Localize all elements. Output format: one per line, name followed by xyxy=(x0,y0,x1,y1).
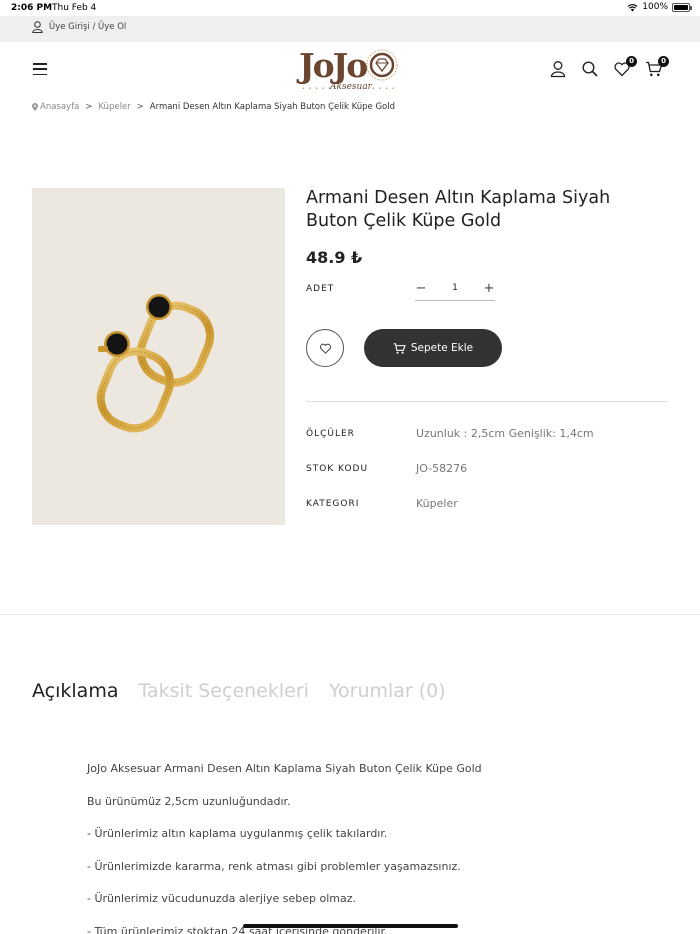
add-to-favorites-button[interactable] xyxy=(306,329,344,367)
status-right: 100% xyxy=(627,2,692,12)
status-bar: 2:06 PM Thu Feb 4 100% xyxy=(0,0,700,16)
breadcrumb-separator: > xyxy=(136,102,144,112)
logo-brand: JoJo xyxy=(299,46,368,85)
tab-reviews[interactable]: Yorumlar (0) xyxy=(329,680,446,702)
battery-icon xyxy=(672,2,692,12)
logo[interactable]: JoJo • • • • • Aksesuar • • • • xyxy=(296,42,404,98)
cart-icon xyxy=(393,342,406,354)
battery-fill xyxy=(674,4,688,10)
spec-value[interactable]: Küpeler xyxy=(416,497,458,510)
divider xyxy=(306,401,668,402)
product-price: 48.9 ₺ xyxy=(306,248,363,267)
status-time: 2:06 PM xyxy=(11,3,53,13)
account-button[interactable] xyxy=(549,60,567,78)
product-title: Armani Desen Altın Kaplama Siyah Buton Ç… xyxy=(306,188,611,231)
login-label: Üye Girişi / Üye Ol xyxy=(49,22,127,32)
product-description: JoJo Aksesuar Armani Desen Altın Kaplama… xyxy=(87,762,647,934)
heart-icon xyxy=(319,343,331,354)
spec-value: JO-58276 xyxy=(416,462,468,475)
home-indicator[interactable] xyxy=(243,924,458,928)
add-to-cart-label: Sepete Ekle xyxy=(410,342,474,354)
cart-button[interactable]: 0 xyxy=(645,56,669,78)
user-icon xyxy=(550,61,566,78)
spec-key: KATEGORI xyxy=(306,499,360,509)
description-line: JoJo Aksesuar Armani Desen Altın Kaplama… xyxy=(87,762,482,775)
breadcrumb-category[interactable]: Küpeler xyxy=(98,102,130,112)
login-link[interactable]: Üye Girişi / Üye Ol xyxy=(32,21,126,33)
tab-installments[interactable]: Taksit Seçenekleri xyxy=(138,680,308,702)
quantity-value[interactable]: 1 xyxy=(452,283,458,293)
tab-description[interactable]: Açıklama xyxy=(32,680,118,702)
description-line: - Ürünlerimiz vücudunuzda alerjiye sebep… xyxy=(87,892,357,905)
add-to-cart-button[interactable]: Sepete Ekle xyxy=(364,329,502,367)
header-actions: 0 0 xyxy=(549,56,669,78)
breadcrumb-home[interactable]: Anasayfa xyxy=(32,102,79,112)
logo-sub: Aksesuar xyxy=(330,82,372,92)
status-date: Thu Feb 4 xyxy=(52,3,97,13)
quantity-plus-button[interactable]: + xyxy=(483,281,495,296)
spec-key: STOK KODU xyxy=(306,464,369,474)
breadcrumb: Anasayfa > Küpeler > Armani Desen Altın … xyxy=(32,102,395,112)
search-icon xyxy=(582,61,598,77)
logo-dots-left: • • • • • xyxy=(302,86,333,92)
wifi-icon xyxy=(627,3,638,11)
description-line: Bu ürünümüz 2,5cm uzunluğundadır. xyxy=(87,794,291,808)
menu-icon[interactable] xyxy=(33,63,47,75)
product-tabs: Açıklama Taksit Seçenekleri Yorumlar (0) xyxy=(32,680,446,702)
quantity-label: ADET xyxy=(306,284,335,294)
location-pin-icon xyxy=(32,103,38,111)
battery-percent: 100% xyxy=(642,2,668,12)
quantity-stepper: − 1 + xyxy=(415,276,495,301)
earring-illustration xyxy=(96,294,214,433)
logo-dots-right: • • • • xyxy=(372,86,396,92)
search-button[interactable] xyxy=(581,60,599,78)
favorites-button[interactable]: 0 xyxy=(613,56,637,78)
quantity-minus-button[interactable]: − xyxy=(415,281,427,296)
favorites-count-badge: 0 xyxy=(626,56,637,67)
breadcrumb-separator: > xyxy=(85,102,93,112)
product-image[interactable] xyxy=(32,188,285,525)
description-line: - Ürünlerimizde kararma, renk atması gib… xyxy=(87,859,461,873)
user-icon xyxy=(32,21,43,33)
description-line: - Ürünlerimiz altın kaplama uygulanmış ç… xyxy=(87,827,388,840)
breadcrumb-current: Armani Desen Altın Kaplama Siyah Buton Ç… xyxy=(149,102,395,112)
spec-value: Uzunluk : 2,5cm Genişlik: 1,4cm xyxy=(416,427,594,440)
spec-key: ÖLÇÜLER xyxy=(306,429,355,439)
cart-count-badge: 0 xyxy=(658,56,669,67)
diamond-icon xyxy=(366,49,398,81)
breadcrumb-home-label: Anasayfa xyxy=(40,102,80,112)
top-bar: Üye Girişi / Üye Ol xyxy=(0,16,700,42)
section-divider xyxy=(0,614,700,615)
